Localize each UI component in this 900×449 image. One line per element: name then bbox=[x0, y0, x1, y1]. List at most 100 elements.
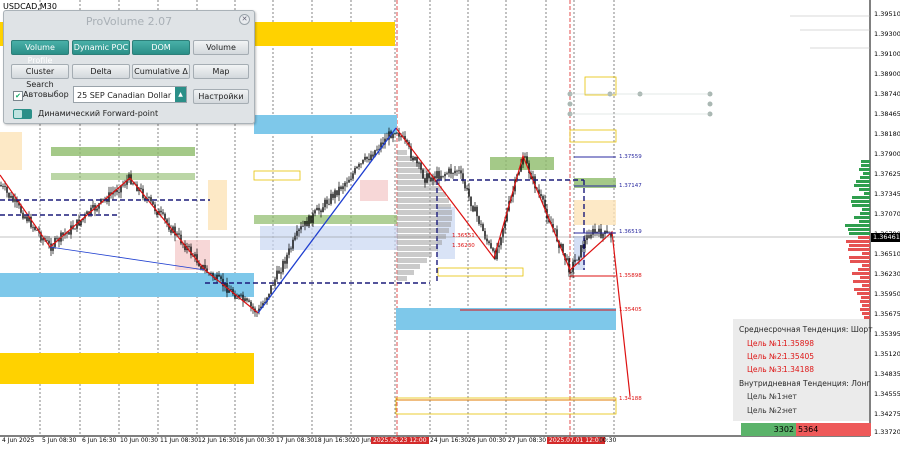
dom-bar bbox=[856, 180, 870, 183]
candle-body bbox=[220, 276, 222, 279]
candle-body bbox=[470, 196, 472, 207]
price-tick: 1.38465 bbox=[874, 110, 900, 118]
volume-profile-bar bbox=[397, 180, 438, 185]
candle-body bbox=[178, 233, 180, 235]
volume-button[interactable]: Volume bbox=[193, 40, 249, 55]
candle-body bbox=[456, 170, 458, 172]
price-tick: 1.34555 bbox=[874, 390, 900, 398]
candle-body bbox=[350, 178, 352, 180]
panel-title: ProVolume 2.07 bbox=[85, 15, 173, 28]
candle-body bbox=[460, 170, 462, 174]
dom-bar bbox=[850, 260, 870, 263]
candle-body bbox=[480, 223, 482, 225]
price-tick: 1.36510 bbox=[874, 250, 900, 258]
price-tick: 1.37345 bbox=[874, 190, 900, 198]
candle-body bbox=[348, 179, 350, 183]
dynamic-poc-button[interactable]: Dynamic POC bbox=[72, 40, 130, 55]
candle-body bbox=[578, 257, 580, 261]
candle-body bbox=[542, 196, 544, 200]
candle-body bbox=[434, 176, 436, 179]
volume-profile-bar bbox=[397, 210, 452, 215]
candle-body bbox=[290, 248, 292, 250]
candle-body bbox=[300, 226, 302, 230]
contract-select[interactable]: 25 SEP Canadian Dollar ▲ bbox=[73, 86, 187, 103]
medium-target-value: 1.35405 bbox=[783, 352, 815, 361]
dom-bar bbox=[849, 256, 870, 259]
candle-body bbox=[280, 272, 282, 274]
candle-body bbox=[472, 206, 474, 212]
candle-body bbox=[444, 173, 446, 177]
candle-body bbox=[524, 156, 526, 158]
candle-body bbox=[396, 132, 398, 134]
dom-bid-value: 3302 bbox=[741, 423, 796, 436]
volume-profile-bar bbox=[397, 222, 451, 227]
dom-bar bbox=[854, 288, 870, 291]
candle-body bbox=[308, 215, 310, 227]
candle-body bbox=[362, 159, 364, 164]
candle-body bbox=[240, 294, 242, 296]
candle-body bbox=[392, 134, 394, 139]
dom-bar bbox=[862, 304, 870, 307]
candle-body bbox=[150, 197, 152, 202]
dom-bar bbox=[862, 312, 870, 315]
dom-button[interactable]: DOM bbox=[132, 40, 190, 55]
price-tick: 1.38180 bbox=[874, 130, 900, 138]
date-tick: 00:30 bbox=[599, 437, 617, 444]
candle-body bbox=[272, 285, 274, 286]
candle-body bbox=[292, 239, 294, 249]
settings-button[interactable]: Настройки bbox=[193, 89, 249, 104]
candle-body bbox=[570, 272, 572, 273]
medium-target-value: 1.34188 bbox=[783, 365, 815, 374]
candle-body bbox=[270, 285, 272, 294]
candle-body bbox=[96, 208, 98, 211]
dom-bar bbox=[849, 244, 870, 247]
candle-body bbox=[488, 241, 490, 244]
candle-body bbox=[218, 274, 220, 277]
candle-body bbox=[246, 298, 248, 301]
price-tick: 1.37625 bbox=[874, 170, 900, 178]
cluster-search-button[interactable]: Cluster Search bbox=[11, 64, 69, 89]
candle-body bbox=[318, 207, 320, 211]
orange-zone bbox=[574, 200, 616, 225]
candle-body bbox=[274, 279, 276, 286]
orange-zone bbox=[0, 132, 22, 170]
dom-bar bbox=[846, 240, 870, 243]
date-tick: 10 Jun 00:30 bbox=[120, 437, 159, 444]
candle-body bbox=[448, 168, 450, 174]
medium-trend-title: Среднесрочная Тенденция: Шорт bbox=[739, 325, 873, 334]
map-button[interactable]: Map bbox=[193, 64, 249, 79]
level-label: 1.35405 bbox=[619, 307, 642, 313]
panel-close-icon[interactable]: ✕ bbox=[239, 14, 250, 25]
price-tick: 1.39300 bbox=[874, 30, 900, 38]
dom-bar bbox=[849, 232, 870, 235]
gold-zone bbox=[0, 353, 254, 384]
candle-body bbox=[118, 192, 120, 193]
dom-bar bbox=[852, 272, 870, 275]
highlighted-date-tick: 2025.07.01 12:00 bbox=[547, 437, 605, 444]
candle-body bbox=[340, 186, 342, 190]
forward-point-toggle[interactable] bbox=[13, 109, 32, 119]
auto-select-checkbox[interactable]: ✔ bbox=[13, 91, 23, 101]
price-tick: 1.33720 bbox=[874, 428, 900, 436]
candle-body bbox=[284, 260, 286, 264]
contract-value: 25 SEP Canadian Dollar bbox=[77, 91, 172, 100]
candle-body bbox=[416, 156, 418, 164]
candle-body bbox=[302, 225, 304, 227]
volume-profile-button[interactable]: Volume Profile bbox=[11, 40, 69, 65]
price-tick: 1.35675 bbox=[874, 310, 900, 318]
candle-body bbox=[354, 168, 356, 174]
candle-body bbox=[298, 229, 300, 231]
candle-body bbox=[428, 173, 430, 178]
candle-body bbox=[48, 240, 50, 244]
candle-body bbox=[482, 224, 484, 231]
intraday-target-label: Цель №2: bbox=[747, 406, 785, 415]
delta-button[interactable]: Delta bbox=[72, 64, 130, 79]
price-tick: 1.35120 bbox=[874, 350, 900, 358]
highlighted-date-tick: 2025.06.23 12:00 bbox=[371, 437, 429, 444]
candle-body bbox=[0, 185, 2, 187]
candle-body bbox=[12, 195, 14, 202]
level-label: 1.37147 bbox=[619, 183, 642, 189]
cumulative-delta-button[interactable]: Cumulative Δ bbox=[132, 64, 190, 79]
chevron-down-icon[interactable]: ▲ bbox=[175, 87, 186, 102]
dom-bar bbox=[863, 172, 870, 175]
